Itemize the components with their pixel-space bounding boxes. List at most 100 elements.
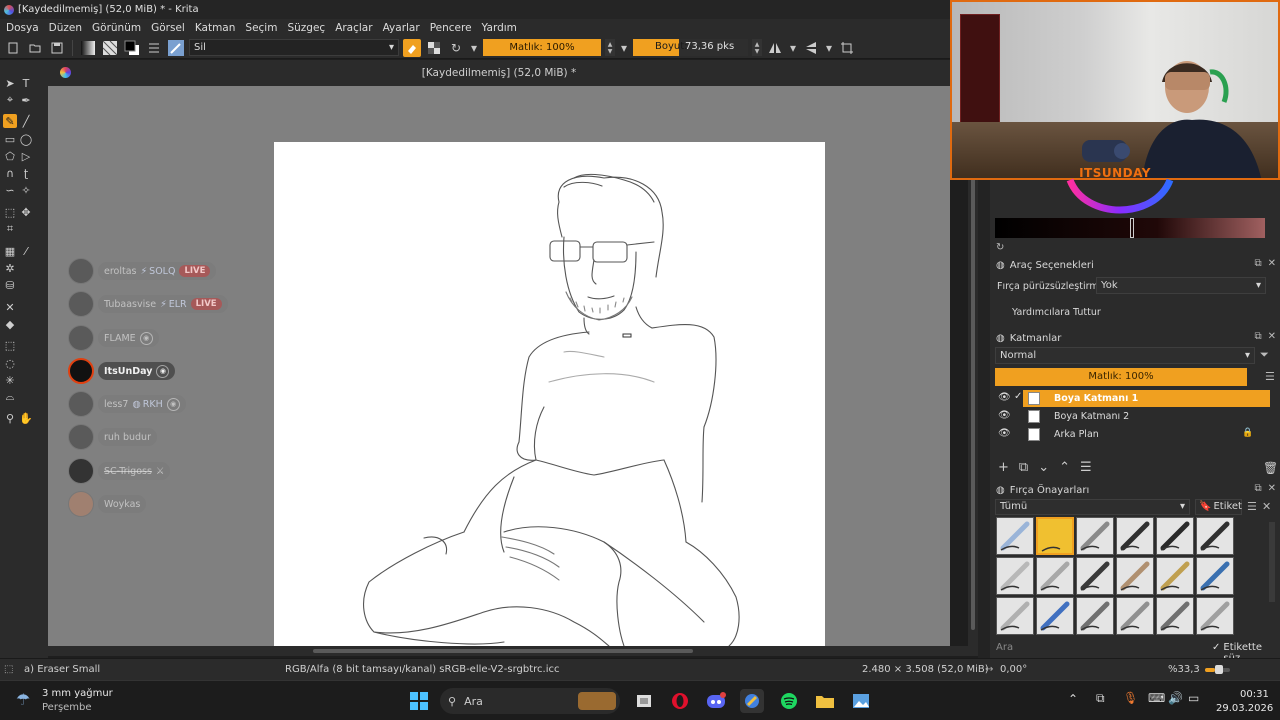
spotify-icon[interactable] — [777, 689, 801, 713]
brush-preset-tile[interactable] — [1076, 557, 1114, 595]
file-explorer-icon[interactable] — [813, 689, 837, 713]
weather-forecast[interactable]: 3 mm yağmur — [42, 688, 113, 699]
brush-preset-tile[interactable] — [1116, 597, 1154, 635]
menu-gorunum[interactable]: Görünüm — [92, 22, 141, 34]
layer-opacity-slider[interactable]: Matlık: 100% — [995, 368, 1247, 386]
gradient-icon[interactable] — [79, 39, 97, 57]
clock-date[interactable]: 29.03.2026 — [1216, 703, 1273, 714]
brush-preset-tile[interactable] — [1116, 517, 1154, 555]
brush-preset-tile[interactable] — [996, 517, 1034, 555]
chevron-down-icon[interactable]: ▾ — [824, 39, 834, 57]
canvas-area[interactable]: eroltas ⚡ SOLQ LIVE Tubaasvise ⚡ ELR LIVE … — [48, 86, 950, 646]
eye-icon[interactable]: 👁 — [998, 392, 1011, 403]
freehand-brush-icon[interactable]: ✎ — [3, 114, 17, 128]
duplicate-layer-icon[interactable]: ⧉ — [1019, 460, 1028, 475]
menu-gorsel[interactable]: Görsel — [151, 22, 185, 34]
brush-settings-icon[interactable] — [145, 39, 163, 57]
menu-ayarlar[interactable]: Ayarlar — [383, 22, 420, 34]
brush-preset-tile[interactable] — [1196, 557, 1234, 595]
krita-taskbar-icon[interactable] — [740, 689, 764, 713]
preset-search-input[interactable]: Ara — [996, 642, 1013, 653]
battery-icon[interactable]: ▭ — [1188, 691, 1199, 705]
filter-icon[interactable]: ⏷ — [1260, 348, 1269, 362]
select-shapes-icon[interactable]: ➤ — [3, 76, 17, 90]
eye-icon[interactable]: 👁 — [998, 428, 1011, 439]
menu-yardim[interactable]: Yardım — [482, 22, 517, 34]
float-icon[interactable]: ⧉ — [1254, 331, 1261, 342]
check-icon[interactable]: ✓ — [1014, 391, 1022, 402]
open-folder-icon[interactable] — [26, 39, 44, 57]
brush-preset-tile[interactable] — [996, 597, 1034, 635]
brush-preset-tile[interactable] — [1076, 517, 1114, 555]
gradient-tool-icon[interactable]: ▦ — [3, 244, 17, 258]
opera-icon[interactable] — [668, 689, 692, 713]
fg-bg-color-icon[interactable] — [123, 39, 141, 57]
transform-tool-icon[interactable]: ⬚ — [3, 205, 17, 219]
crop-tool-icon[interactable]: ⌗ — [3, 222, 17, 236]
brush-preset-thumb-icon[interactable] — [167, 39, 185, 57]
brush-preset-tile[interactable] — [1116, 557, 1154, 595]
selection-icon[interactable]: ⬚ — [4, 664, 13, 675]
clock-time[interactable]: 00:31 — [1240, 689, 1269, 700]
trash-icon[interactable]: 🗑 — [1263, 461, 1278, 475]
dynamic-brush-icon[interactable]: ∽ — [3, 183, 17, 197]
ellipse-select-icon[interactable]: ◌ — [3, 356, 17, 370]
reload-preset-icon[interactable]: ↻ — [447, 39, 465, 57]
calligraphy-icon[interactable]: ✒ — [19, 93, 33, 107]
scrollbar-thumb[interactable] — [313, 649, 693, 653]
menu-dosya[interactable]: Dosya — [6, 22, 39, 34]
windows-start-icon[interactable] — [407, 689, 431, 713]
task-view-icon[interactable] — [632, 689, 656, 713]
layer-properties-icon[interactable]: ☰ — [1080, 460, 1092, 475]
preset-filter-select[interactable]: Tümü ▾ — [995, 499, 1190, 515]
brush-preset-tile[interactable] — [1036, 557, 1074, 595]
zoom-tool-icon[interactable]: ⚲ — [3, 411, 17, 425]
multibrush-icon[interactable]: ✧ — [19, 183, 33, 197]
close-icon[interactable]: ✕ — [1268, 483, 1276, 494]
close-icon[interactable]: ✕ — [1262, 500, 1271, 513]
size-slider[interactable]: Boyut: 73,36 pks — [633, 39, 748, 56]
chevron-up-icon[interactable]: ⌃ — [1068, 692, 1078, 706]
brush-preset-tile[interactable] — [1036, 517, 1074, 555]
wrap-around-icon[interactable] — [838, 39, 856, 57]
brush-preset-tile[interactable] — [1156, 597, 1194, 635]
menu-araclar[interactable]: Araçlar — [335, 22, 372, 34]
eraser-mode-icon[interactable] — [403, 38, 421, 57]
brush-preset-tile[interactable] — [1156, 557, 1194, 595]
new-document-icon[interactable] — [4, 39, 22, 57]
chevron-down-icon[interactable]: ▾ — [469, 39, 479, 57]
preset-scrollbar[interactable] — [1269, 522, 1275, 602]
move-tool-icon[interactable]: ✥ — [19, 205, 33, 219]
menu-pencere[interactable]: Pencere — [430, 22, 472, 34]
rectangle-tool-icon[interactable]: ▭ — [3, 132, 17, 146]
layer-row[interactable]: 👁 ✓ Boya Katmanı 1 — [990, 390, 1280, 407]
brush-preset-field[interactable]: Sil ▾ — [189, 39, 399, 56]
pan-tool-icon[interactable]: ✋ — [19, 411, 33, 425]
brush-preset-tile[interactable] — [1196, 597, 1234, 635]
rotation-icon[interactable]: ↔ — [985, 664, 993, 675]
horizontal-scrollbar[interactable] — [48, 646, 978, 656]
microphone-icon[interactable]: 🎙 — [1123, 691, 1138, 705]
rect-select-icon[interactable]: ⬚ — [3, 338, 17, 352]
opacity-slider[interactable]: Matlık: 100% — [483, 39, 601, 56]
snap-to-assistants-label[interactable]: Yardımcılara Tuttur — [1012, 307, 1101, 318]
fill-tool-icon[interactable]: ⛁ — [3, 278, 17, 292]
photos-icon[interactable] — [849, 689, 873, 713]
polygon-tool-icon[interactable]: ⬠ — [3, 149, 17, 163]
size-spinner[interactable]: ▲ ▼ — [752, 39, 762, 56]
float-icon[interactable]: ⧉ — [1254, 258, 1261, 269]
lock-icon[interactable]: 🔒 — [1242, 428, 1253, 438]
mirror-vertical-icon[interactable] — [802, 39, 820, 57]
assistant-tool-icon[interactable]: ✕ — [3, 300, 17, 314]
canvas-paper[interactable] — [274, 142, 825, 646]
freehand-path-icon[interactable]: ʈ — [19, 166, 33, 180]
volume-icon[interactable]: 🔊 — [1168, 691, 1183, 705]
document-tab[interactable]: [Kaydedilmemiş] (52,0 MiB) * — [48, 60, 950, 86]
brush-preset-tile[interactable] — [1076, 597, 1114, 635]
edit-shapes-icon[interactable]: ⌖ — [3, 93, 17, 107]
add-layer-icon[interactable]: + — [998, 460, 1009, 475]
tray-app-icon[interactable]: ⧉ — [1096, 691, 1105, 706]
network-icon[interactable]: ⌨ — [1148, 691, 1165, 705]
magic-wand-icon[interactable]: ✳ — [3, 373, 17, 387]
zoom-slider-handle[interactable] — [1215, 665, 1223, 674]
